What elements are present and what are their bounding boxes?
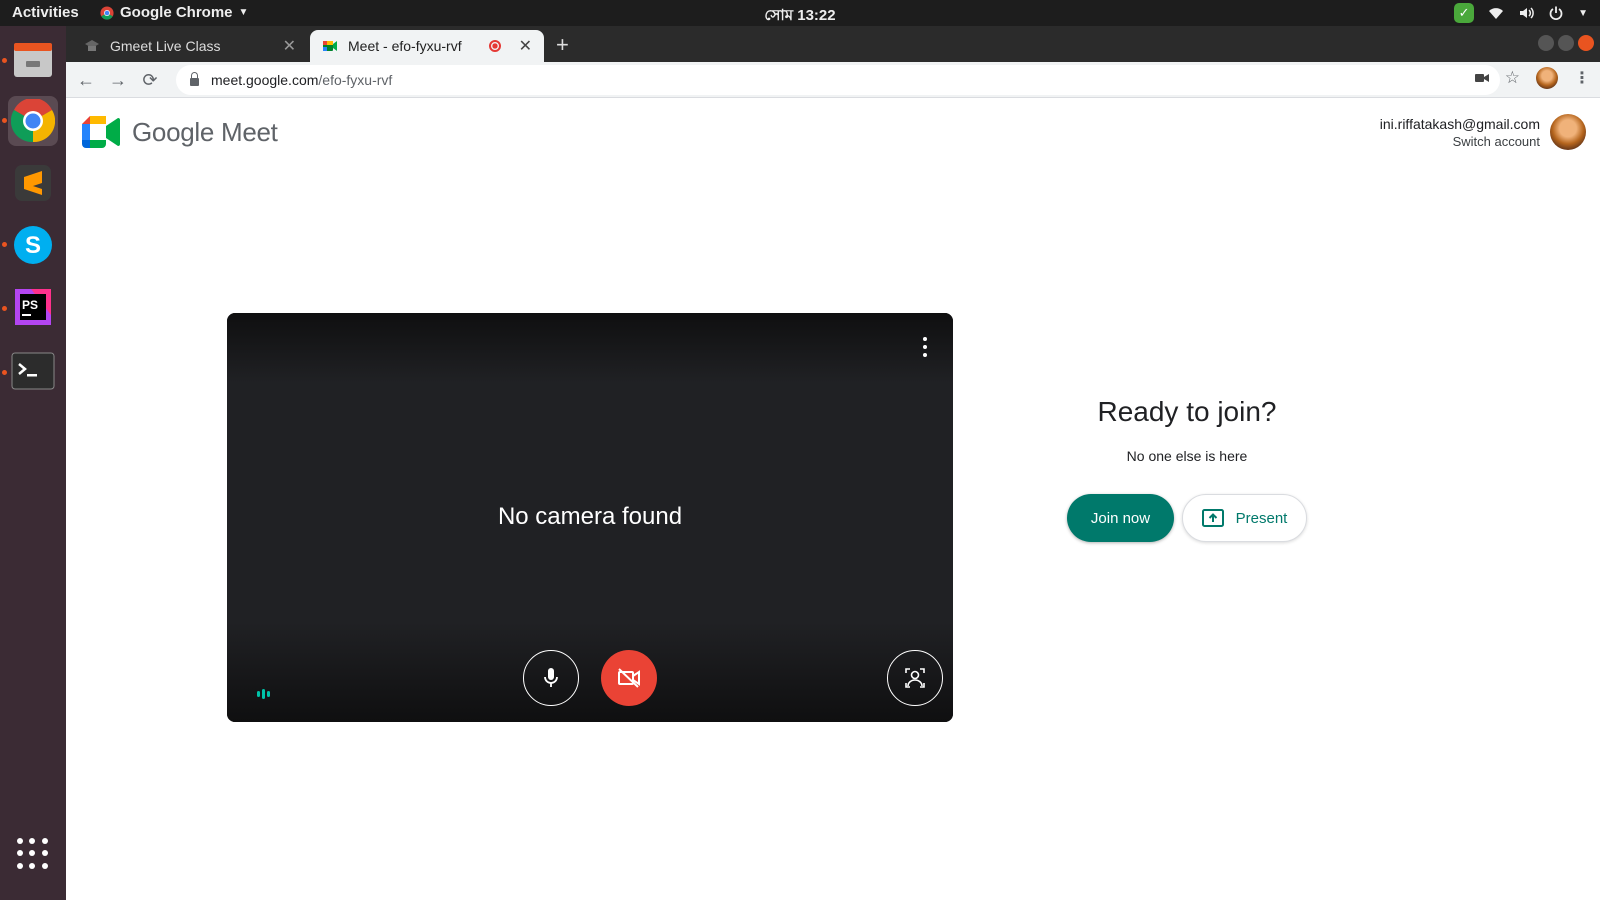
url-path: /efo-fyxu-rvf xyxy=(318,72,393,88)
preview-bottom-gradient xyxy=(227,622,953,722)
tab-title: Gmeet Live Class xyxy=(110,38,221,54)
new-tab-button[interactable]: + xyxy=(556,32,569,58)
running-indicator xyxy=(2,118,7,123)
toolbar-actions: ☆ ⋮ xyxy=(1474,67,1590,89)
microphone-icon xyxy=(544,668,558,687)
url-host: meet.google.com xyxy=(211,72,319,88)
tab-meet[interactable]: Meet - efo-fyxu-rvf ✕ xyxy=(310,30,544,62)
join-panel: Ready to join? No one else is here xyxy=(1067,396,1307,464)
microphone-toggle-button[interactable] xyxy=(523,650,579,706)
dock-skype[interactable]: S xyxy=(8,220,58,270)
no-camera-message: No camera found xyxy=(497,503,683,530)
account-info: ini.riffatakash@gmail.com Switch account xyxy=(1380,116,1540,150)
dock-phpstorm[interactable]: PS xyxy=(8,282,58,332)
recording-icon xyxy=(488,40,501,52)
dock-files[interactable] xyxy=(8,34,58,84)
back-arrow-icon[interactable]: ← xyxy=(74,68,98,92)
running-indicator xyxy=(2,306,7,311)
present-button[interactable]: Present xyxy=(1182,494,1307,542)
terminal-icon xyxy=(11,352,55,390)
dock: S PS xyxy=(0,26,66,900)
google-meet-logo-icon xyxy=(82,116,120,148)
maximize-icon[interactable] xyxy=(1558,35,1574,51)
audio-level-icon xyxy=(257,689,270,699)
chevron-down-icon: ▼ xyxy=(1578,7,1588,19)
menu-kebab-icon[interactable]: ⋮ xyxy=(1574,68,1590,88)
camera-toggle-button[interactable] xyxy=(601,650,657,706)
skype-icon: S xyxy=(14,226,52,264)
sublime-text-icon xyxy=(15,165,51,201)
more-options-icon[interactable] xyxy=(919,337,931,357)
dock-terminal[interactable] xyxy=(8,346,58,396)
lock-icon[interactable] xyxy=(190,72,199,86)
meet-favicon-icon xyxy=(323,41,337,51)
phpstorm-icon: PS xyxy=(15,289,51,325)
video-preview: No camera found xyxy=(227,313,953,722)
meet-logo[interactable]: Google Meet xyxy=(82,116,278,148)
ready-title: Ready to join? xyxy=(1097,396,1277,427)
camera-indicator-icon[interactable] xyxy=(1474,72,1489,84)
account-email: ini.riffatakash@gmail.com xyxy=(1379,116,1540,132)
browser-toolbar: ← → ⟳ meet.google.com/efo-fyxu-rvf ☆ ⋮ xyxy=(66,62,1600,98)
camera-off-icon xyxy=(618,668,640,688)
participants-status: No one else is here xyxy=(1126,448,1248,464)
join-actions: Join now Present xyxy=(1067,494,1307,542)
present-label: Present xyxy=(1235,509,1288,527)
visual-effects-icon xyxy=(905,668,925,688)
tab-strip: Gmeet Live Class ✕ Meet - efo-fyxu-rvf ✕… xyxy=(66,26,1600,62)
running-indicator xyxy=(2,370,7,375)
minimize-icon[interactable] xyxy=(1538,35,1554,51)
svg-text:PS: PS xyxy=(22,298,38,312)
tab-gmeet-live-class[interactable]: Gmeet Live Class ✕ xyxy=(72,30,308,62)
brand-name: Google Meet xyxy=(132,116,278,147)
running-indicator xyxy=(2,242,7,247)
reload-icon[interactable]: ⟳ xyxy=(138,68,162,92)
volume-icon xyxy=(1520,7,1534,19)
account-avatar[interactable] xyxy=(1550,114,1586,150)
close-icon[interactable]: ✕ xyxy=(519,36,532,56)
join-now-button[interactable]: Join now xyxy=(1067,494,1174,542)
forward-arrow-icon[interactable]: → xyxy=(106,68,130,92)
profile-avatar[interactable] xyxy=(1536,67,1558,89)
visual-effects-button[interactable] xyxy=(887,650,943,706)
address-bar[interactable]: meet.google.com/efo-fyxu-rvf xyxy=(176,65,1500,95)
wifi-icon xyxy=(1489,8,1504,19)
power-icon xyxy=(1549,6,1563,20)
check-badge-icon[interactable]: ✓ xyxy=(1454,3,1475,23)
show-applications-icon[interactable] xyxy=(17,838,49,870)
tab-title: Meet - efo-fyxu-rvf xyxy=(348,38,462,54)
classroom-favicon-icon xyxy=(85,40,99,51)
chrome-icon xyxy=(11,99,55,143)
present-screen-icon xyxy=(1201,509,1224,527)
close-window-icon[interactable] xyxy=(1578,35,1594,51)
switch-account-link[interactable]: Switch account xyxy=(1380,133,1540,150)
running-indicator xyxy=(2,58,7,63)
bookmark-star-icon[interactable]: ☆ xyxy=(1505,68,1520,88)
dock-sublime-text[interactable] xyxy=(8,158,58,208)
preview-top-gradient xyxy=(227,313,953,383)
files-icon xyxy=(14,43,52,77)
os-top-bar: Activities Google Chrome ▼ সোম 13:22 ✓ ▼ xyxy=(0,0,1600,26)
meet-page: Google Meet ini.riffatakash@gmail.com Sw… xyxy=(66,98,1600,900)
system-tray[interactable]: ✓ ▼ xyxy=(1454,3,1588,23)
svg-text:S: S xyxy=(25,232,41,259)
dock-chrome[interactable] xyxy=(8,96,58,146)
close-icon[interactable]: ✕ xyxy=(283,36,296,56)
window-controls xyxy=(1538,35,1594,51)
